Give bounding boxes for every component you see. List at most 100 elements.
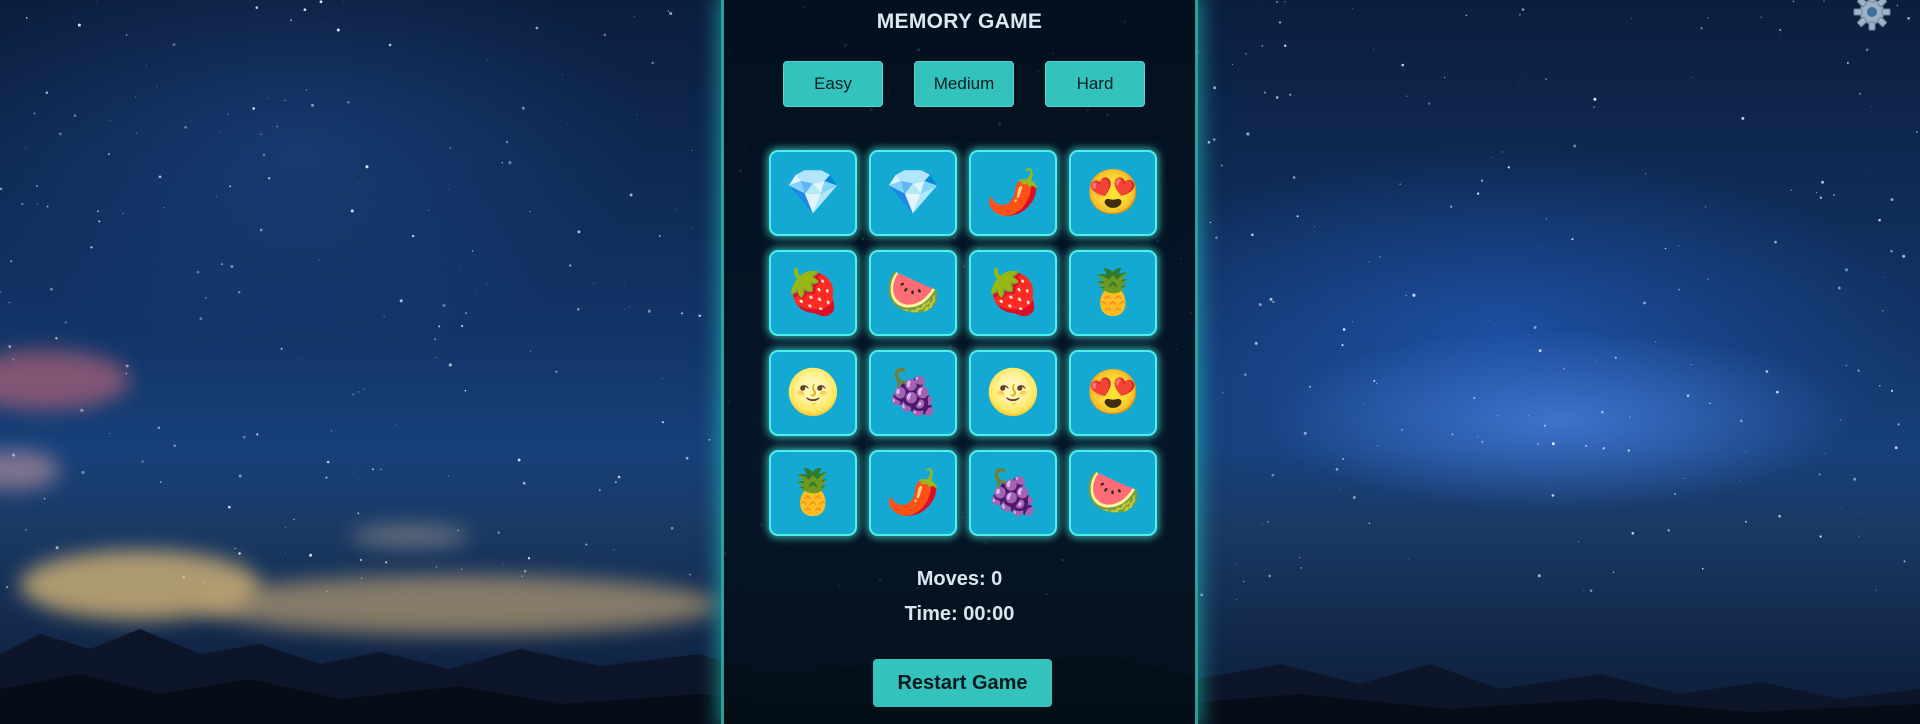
star: [435, 356, 437, 358]
star: [255, 6, 259, 9]
star: [1451, 433, 1454, 436]
star: [55, 337, 58, 340]
star: [1284, 1, 1286, 3]
star: [1276, 0, 1279, 3]
star: [276, 125, 279, 128]
easy-button[interactable]: Easy: [783, 61, 883, 107]
medium-button[interactable]: Medium: [914, 61, 1014, 107]
star: [1473, 397, 1476, 399]
star: [238, 474, 242, 478]
star: [64, 321, 67, 324]
star: [77, 23, 81, 27]
star: [1537, 442, 1539, 445]
star: [617, 475, 621, 479]
memory-card[interactable]: 🍉: [869, 250, 957, 336]
pineapple-icon: 🍍: [1085, 268, 1141, 317]
star: [285, 526, 287, 528]
star: [434, 338, 437, 341]
gear-icon[interactable]: [1852, 0, 1892, 32]
star: [448, 475, 450, 477]
star: [1268, 574, 1272, 578]
star: [1907, 16, 1910, 20]
star: [290, 19, 292, 22]
memory-card[interactable]: 🌝: [969, 350, 1057, 436]
star: [1741, 116, 1745, 120]
star: [1245, 53, 1248, 55]
star: [184, 126, 187, 129]
star: [667, 10, 670, 12]
memory-card[interactable]: 🌶️: [869, 450, 957, 536]
star: [1866, 170, 1868, 172]
star: [487, 59, 489, 60]
star: [238, 552, 241, 555]
star: [1674, 493, 1676, 495]
star: [1246, 132, 1250, 136]
star: [501, 162, 503, 164]
star: [1242, 580, 1245, 583]
star: [614, 481, 617, 484]
star: [173, 444, 176, 447]
star: [1231, 63, 1233, 65]
memory-card[interactable]: 🍍: [1069, 250, 1157, 336]
star: [204, 297, 207, 299]
star: [1896, 4, 1898, 7]
star: [1507, 166, 1510, 169]
star: [1352, 8, 1354, 10]
star: [6, 585, 9, 589]
star: [1902, 254, 1906, 258]
star: [357, 391, 360, 393]
star: [372, 468, 375, 471]
star: [1376, 444, 1379, 447]
moon-face-icon: 🌝: [785, 368, 841, 417]
star: [305, 89, 308, 91]
star: [530, 350, 532, 352]
star: [35, 184, 39, 187]
star: [1790, 189, 1793, 192]
star: [1213, 86, 1217, 90]
star: [227, 505, 231, 509]
star: [45, 91, 49, 94]
star: [529, 210, 531, 213]
memory-card[interactable]: 🍓: [969, 250, 1057, 336]
star: [1890, 389, 1894, 392]
star: [125, 34, 128, 36]
star: [196, 270, 200, 274]
star: [1571, 238, 1574, 241]
hard-button[interactable]: Hard: [1045, 61, 1145, 107]
star: [577, 230, 581, 234]
memory-card[interactable]: 😍: [1069, 150, 1157, 236]
star: [1704, 206, 1707, 208]
star: [1220, 164, 1223, 167]
star: [1517, 81, 1519, 83]
watermelon-icon: 🍉: [885, 268, 941, 317]
memory-card[interactable]: 😍: [1069, 350, 1157, 436]
memory-card[interactable]: 🍓: [769, 250, 857, 336]
star: [1368, 261, 1370, 263]
star: [1890, 249, 1893, 253]
star: [159, 481, 162, 483]
memory-card[interactable]: 🍉: [1069, 450, 1157, 536]
star: [141, 460, 144, 463]
memory-card[interactable]: 🌶️: [969, 150, 1057, 236]
memory-card[interactable]: 💎: [769, 150, 857, 236]
memory-card[interactable]: 💎: [869, 150, 957, 236]
star: [1379, 256, 1381, 258]
star: [1543, 424, 1547, 427]
star: [1573, 144, 1577, 148]
star: [1339, 489, 1341, 491]
memory-card[interactable]: 🍇: [969, 450, 1057, 536]
star: [674, 209, 676, 211]
memory-card[interactable]: 🍇: [869, 350, 957, 436]
heart-eyes-icon: 😍: [1085, 368, 1141, 417]
restart-game-button[interactable]: Restart Game: [873, 659, 1052, 707]
star: [1614, 356, 1617, 359]
star: [567, 122, 568, 124]
star: [1267, 521, 1269, 523]
star: [585, 543, 588, 546]
diamond-icon: 💎: [885, 168, 941, 217]
memory-card[interactable]: 🌝: [769, 350, 857, 436]
memory-card[interactable]: 🍍: [769, 450, 857, 536]
star: [37, 203, 39, 205]
star: [359, 558, 363, 562]
star: [1593, 97, 1597, 101]
